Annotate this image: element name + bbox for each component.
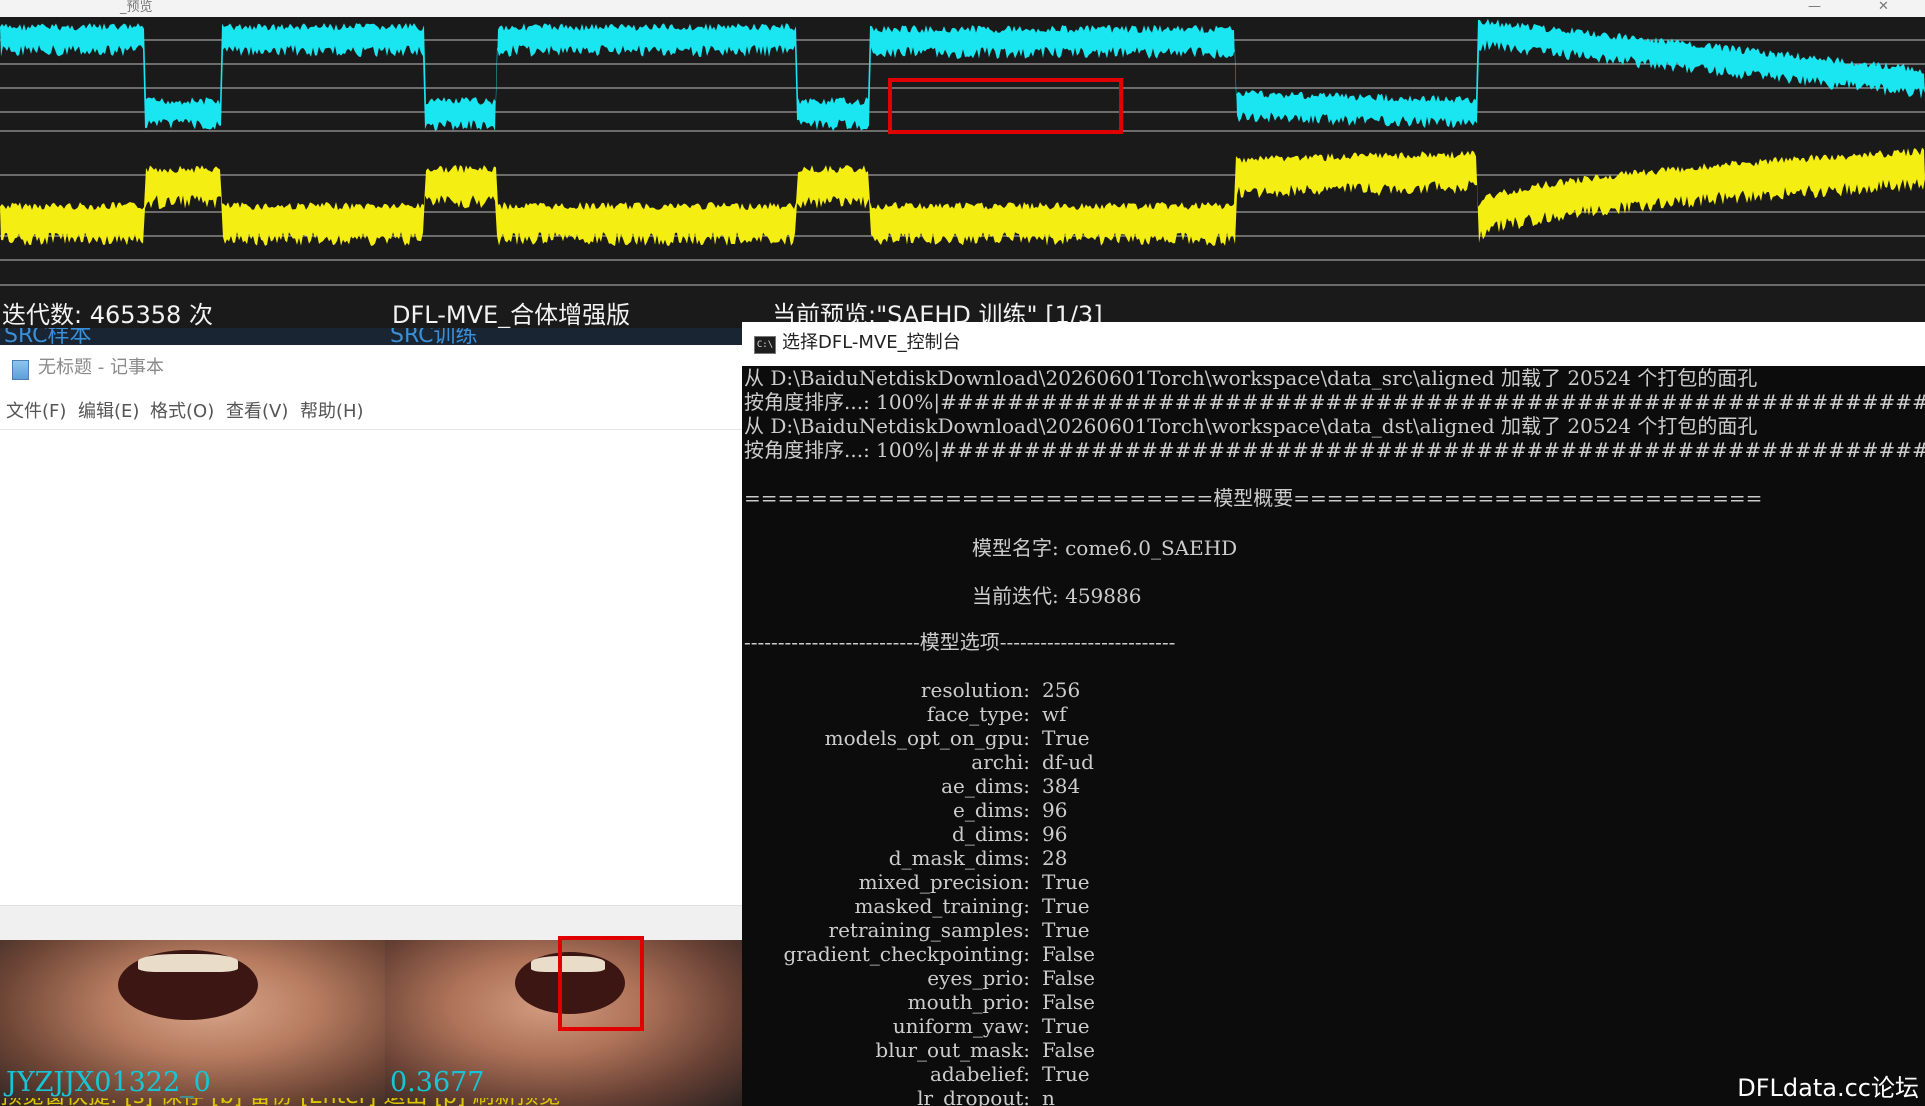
console-current-iteration: 当前迭代: 459886	[972, 584, 1142, 608]
option-key-mouth-prio: mouth_prio:	[907, 990, 1030, 1014]
option-value-mixed-precision: True	[1042, 870, 1090, 894]
option-key-archi: archi:	[971, 750, 1030, 774]
option-value-uniform-yaw: True	[1042, 1014, 1090, 1038]
notepad-titlebar[interactable]: 无标题 - 记事本	[0, 345, 742, 397]
console-options-header: --------------------------模型选项----------…	[744, 630, 1176, 654]
menu-view[interactable]: 查看(V)	[226, 397, 288, 427]
console-line-load-src: 从 D:\BaiduNetdiskDownload\20260601Torch\…	[744, 366, 1758, 390]
option-key-masked-training: masked_training:	[854, 894, 1030, 918]
console-icon: C:\	[754, 336, 776, 354]
option-value-eyes-prio: False	[1042, 966, 1095, 990]
menu-format[interactable]: 格式(O)	[150, 397, 214, 427]
option-key-face-type: face_type:	[926, 702, 1030, 726]
option-value-mouth-prio: False	[1042, 990, 1095, 1014]
notepad-text-area[interactable]	[0, 430, 742, 910]
option-value-resolution: 256	[1042, 678, 1081, 702]
src-face-filename: JYZJJX01322_0	[6, 1067, 211, 1098]
option-key-d-dims: d_dims:	[952, 822, 1030, 846]
notepad-menubar: 文件(F) 编辑(E) 格式(O) 查看(V) 帮助(H)	[0, 397, 742, 430]
option-key-uniform-yaw: uniform_yaw:	[892, 1014, 1030, 1038]
tab-src-sample[interactable]: SRC样本	[4, 328, 92, 345]
option-value-blur-out-mask: False	[1042, 1038, 1095, 1062]
option-key-e-dims: e_dims:	[952, 798, 1030, 822]
console-title: 选择DFL-MVE_控制台	[782, 332, 961, 353]
option-key-resolution: resolution:	[920, 678, 1030, 702]
option-value-d-mask-dims: 28	[1042, 846, 1068, 870]
option-value-masked-training: True	[1042, 894, 1090, 918]
face-count-highlight-box	[888, 78, 1123, 134]
option-value-adabelief: True	[1042, 1062, 1090, 1086]
option-key-eyes-prio: eyes_prio:	[927, 966, 1030, 990]
option-key-d-mask-dims: d_mask_dims:	[888, 846, 1030, 870]
preview-titlebar[interactable]: _预览 — ✕	[0, 0, 1925, 18]
notepad-title: 无标题 - 记事本	[38, 357, 164, 378]
console-titlebar[interactable]: C:\ 选择DFL-MVE_控制台	[742, 322, 1925, 366]
preview-window: _预览 — ✕ 迭代数: 465358 次 DFL-MVE_合体增强版 当前预览…	[0, 0, 1925, 345]
forum-watermark: DFLdata.cc论坛	[1737, 1074, 1919, 1102]
option-key-ae-dims: ae_dims:	[941, 774, 1030, 798]
option-value-gradient-checkpointing: False	[1042, 942, 1095, 966]
console-line-sort-2: 按角度排序...: 100%|#########################…	[744, 438, 1925, 462]
loss-graph	[0, 17, 1925, 300]
menu-file[interactable]: 文件(F)	[6, 397, 66, 427]
preview-tabs: SRC样本 SRC训练	[0, 328, 745, 345]
notepad-icon	[12, 360, 29, 380]
minimize-icon[interactable]: —	[1808, 0, 1821, 14]
notepad-window: 无标题 - 记事本 文件(F) 编辑(E) 格式(O) 查看(V) 帮助(H)	[0, 345, 742, 941]
option-value-e-dims: 96	[1042, 798, 1068, 822]
iteration-count: 迭代数: 465358 次	[2, 301, 213, 329]
preview-window-title: _预览	[120, 0, 153, 15]
option-value-face-type: wf	[1042, 702, 1067, 726]
option-key-adabelief: adabelief:	[929, 1062, 1030, 1086]
option-value-d-dims: 96	[1042, 822, 1068, 846]
console-summary-header: ============================模型概要========…	[744, 486, 1763, 510]
menu-edit[interactable]: 编辑(E)	[78, 397, 139, 427]
console-line-sort-1: 按角度排序...: 100%|#########################…	[744, 390, 1925, 414]
option-key-models-opt-on-gpu: models_opt_on_gpu:	[824, 726, 1030, 750]
mouth-highlight-box	[558, 936, 644, 1031]
option-value-retraining-samples: True	[1042, 918, 1090, 942]
app-name-label: DFL-MVE_合体增强版	[392, 301, 631, 329]
face-loss-value: 0.3677	[390, 1067, 485, 1098]
option-value-lr-dropout: n	[1042, 1086, 1055, 1106]
option-value-models-opt-on-gpu: True	[1042, 726, 1090, 750]
option-key-retraining-samples: retraining_samples:	[828, 918, 1030, 942]
preview-hotkey-hint: 预览窗快捷: [s] 保存 [b] 备份 [Enter] 退出 [p] 刷新预览	[0, 1098, 742, 1106]
option-key-mixed-precision: mixed_precision:	[858, 870, 1030, 894]
option-key-blur-out-mask: blur_out_mask:	[875, 1038, 1030, 1062]
console-line-load-dst: 从 D:\BaiduNetdiskDownload\20260601Torch\…	[744, 414, 1758, 438]
option-value-archi: df-ud	[1042, 750, 1094, 774]
console-window: C:\ 选择DFL-MVE_控制台 从 D:\BaiduNetdiskDownl…	[742, 322, 1925, 1106]
option-key-gradient-checkpointing: gradient_checkpointing:	[783, 942, 1030, 966]
console-output[interactable]: 从 D:\BaiduNetdiskDownload\20260601Torch\…	[742, 366, 1925, 1106]
option-value-ae-dims: 384	[1042, 774, 1081, 798]
console-model-name: 模型名字: come6.0_SAEHD	[972, 536, 1238, 560]
menu-help[interactable]: 帮助(H)	[300, 397, 364, 427]
option-key-lr-dropout: lr_dropout:	[917, 1086, 1030, 1106]
tab-src-train[interactable]: SRC训练	[390, 328, 478, 345]
close-icon[interactable]: ✕	[1878, 0, 1889, 14]
